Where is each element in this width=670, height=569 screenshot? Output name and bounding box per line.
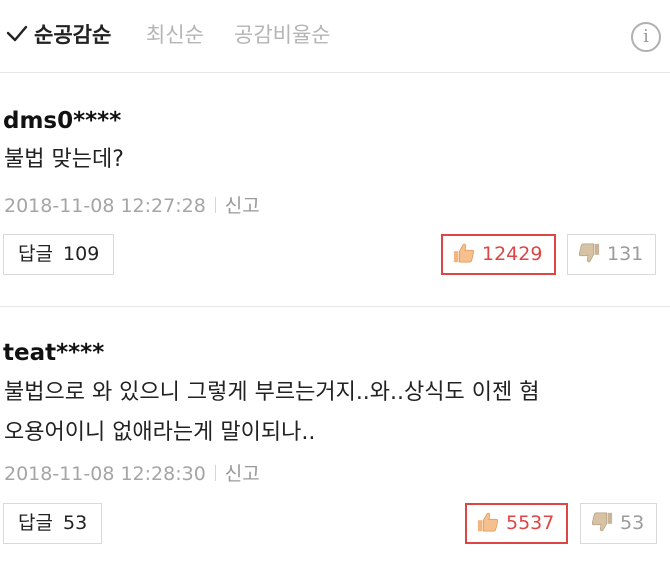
comment-text: 불법 맞는데? <box>4 147 124 172</box>
thumbs-up-icon <box>477 512 499 532</box>
comment-meta: 2018-11-08 12:28:30 신고 <box>4 461 260 487</box>
sort-option-latest[interactable]: 최신순 <box>146 21 204 49</box>
comment-text-line: 불법으로 와 있으니 그렇게 부르는거지..와..상식도 이젠 혐 <box>4 380 540 405</box>
reply-button[interactable]: 답글 53 <box>3 503 103 544</box>
like-count: 5537 <box>506 512 555 534</box>
comment-date: 2018-11-08 12:28:30 <box>4 463 206 485</box>
sort-option-top-empathy[interactable]: 순공감순 <box>6 21 111 49</box>
divider <box>0 72 670 73</box>
sort-option-label: 공감비율순 <box>234 23 331 47</box>
dislike-button[interactable]: 131 <box>567 234 657 275</box>
meta-separator <box>214 197 216 213</box>
check-icon <box>6 25 28 42</box>
thumbs-down-icon <box>591 512 613 532</box>
dislike-count: 53 <box>620 512 645 534</box>
comment-author: teat**** <box>3 340 105 366</box>
info-icon[interactable]: i <box>631 22 661 52</box>
like-button[interactable]: 12429 <box>441 234 557 275</box>
sort-bar: 순공감순 최신순 공감비율순 i <box>0 0 670 72</box>
meta-separator <box>214 465 216 481</box>
reply-count: 109 <box>63 243 100 265</box>
dislike-button[interactable]: 53 <box>580 503 658 544</box>
comment-date: 2018-11-08 12:27:28 <box>4 195 206 217</box>
divider <box>0 306 670 307</box>
dislike-count: 131 <box>607 243 644 265</box>
report-link[interactable]: 신고 <box>225 195 260 217</box>
comment-text-line: 오용어이니 없애라는게 말이되나.. <box>4 420 316 445</box>
like-button[interactable]: 5537 <box>465 503 569 544</box>
report-link[interactable]: 신고 <box>225 463 260 485</box>
comment-page: 순공감순 최신순 공감비율순 i dms0**** 불법 맞는데? 2018-1… <box>0 0 670 569</box>
comment-meta: 2018-11-08 12:27:28 신고 <box>4 193 260 219</box>
comment-author: dms0**** <box>3 108 122 134</box>
reply-label: 답글 <box>18 512 53 534</box>
reply-count: 53 <box>63 512 88 534</box>
like-count: 12429 <box>482 243 543 265</box>
reply-button[interactable]: 답글 109 <box>3 234 115 275</box>
sort-option-label: 최신순 <box>146 23 204 47</box>
sort-option-label: 순공감순 <box>34 23 112 47</box>
sort-option-empathy-ratio[interactable]: 공감비율순 <box>234 21 331 49</box>
reply-label: 답글 <box>18 243 53 265</box>
thumbs-up-icon <box>453 243 475 263</box>
thumbs-down-icon <box>578 243 600 263</box>
